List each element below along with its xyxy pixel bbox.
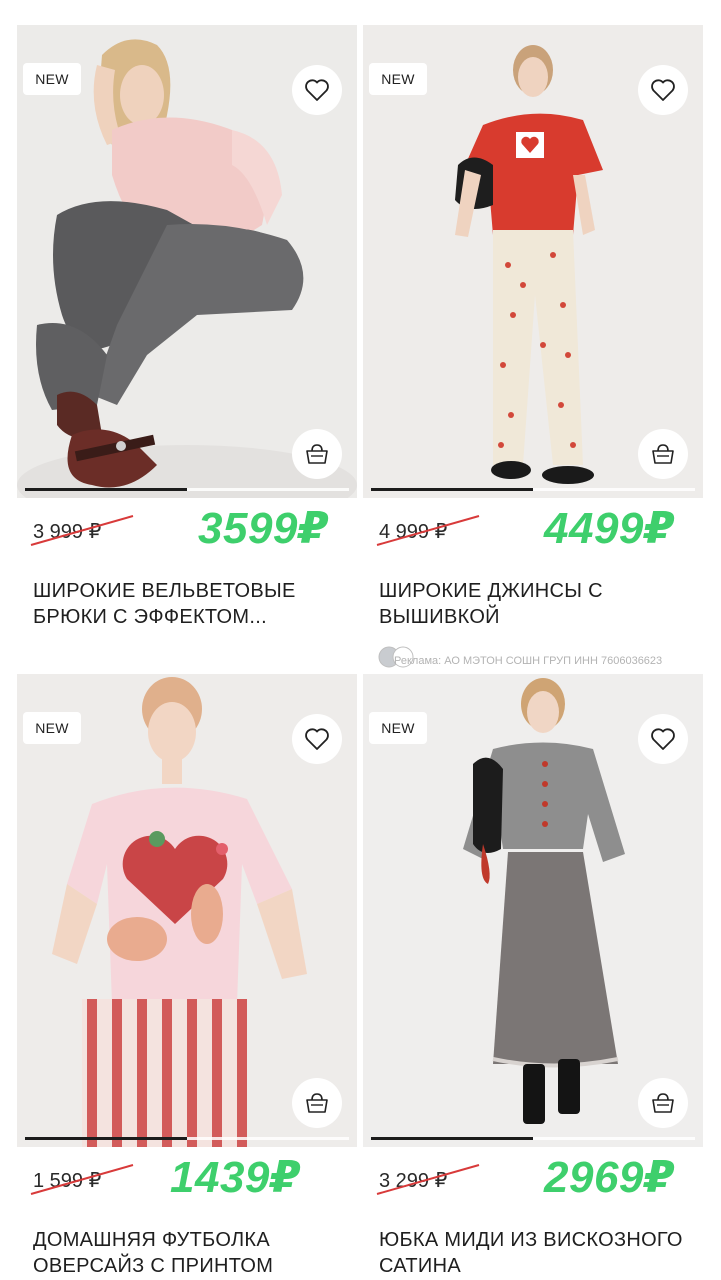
product-image[interactable]: NEW <box>17 25 357 498</box>
image-carousel-progress <box>371 488 533 491</box>
new-badge: NEW <box>23 63 81 95</box>
favorite-button[interactable] <box>638 714 688 764</box>
basket-icon <box>652 444 674 464</box>
image-carousel-progress <box>371 1137 533 1140</box>
strike-line <box>376 515 480 546</box>
image-carousel-progress <box>25 488 187 491</box>
strike-line <box>30 1164 134 1195</box>
ad-disclaimer: Реклама: АО МЭТОН СОШН ГРУП ИНН 76060366… <box>394 655 663 667</box>
image-carousel-indicator <box>371 1137 695 1140</box>
image-carousel-indicator <box>371 488 695 491</box>
strike-line <box>376 1164 480 1195</box>
add-to-cart-button[interactable] <box>638 429 688 479</box>
add-to-cart-button[interactable] <box>292 429 342 479</box>
heart-icon <box>651 79 675 101</box>
product-title[interactable]: ШИРОКИЕ ДЖИНСЫ С ВЫШИВКОЙ <box>379 578 694 630</box>
new-badge: NEW <box>369 63 427 95</box>
product-image[interactable]: NEW <box>17 674 357 1147</box>
add-to-cart-button[interactable] <box>292 1078 342 1128</box>
add-to-cart-button[interactable] <box>638 1078 688 1128</box>
new-badge: NEW <box>23 712 81 744</box>
heart-icon <box>305 79 329 101</box>
product-image[interactable]: NEW <box>363 674 703 1147</box>
heart-icon <box>305 728 329 750</box>
sale-price: 4499₽ <box>544 504 675 553</box>
price-row: 4 999 ₽ 4499₽ <box>363 503 703 561</box>
product-title[interactable]: ДОМАШНЯЯ ФУТБОЛКА ОВЕРСАЙЗ С ПРИНТОМ <box>33 1227 348 1279</box>
favorite-button[interactable] <box>292 65 342 115</box>
sale-price: 3599₽ <box>198 504 329 553</box>
price-row: 3 999 ₽ 3599₽ <box>17 503 357 561</box>
basket-icon <box>306 444 328 464</box>
basket-icon <box>652 1093 674 1113</box>
heart-icon <box>651 728 675 750</box>
image-carousel-indicator <box>25 1137 349 1140</box>
product-title[interactable]: ШИРОКИЕ ВЕЛЬВЕТОВЫЕ БРЮКИ С ЭФФЕКТОМ... <box>33 578 348 630</box>
product-title[interactable]: ЮБКА МИДИ ИЗ ВИСКОЗНОГО САТИНА <box>379 1227 694 1279</box>
strike-line <box>30 515 134 546</box>
sale-price: 1439₽ <box>170 1153 301 1202</box>
favorite-button[interactable] <box>638 65 688 115</box>
basket-icon <box>306 1093 328 1113</box>
price-row: 1 599 ₽ 1439₽ <box>17 1152 357 1210</box>
image-carousel-indicator <box>25 488 349 491</box>
sale-price: 2969₽ <box>544 1153 675 1202</box>
new-badge: NEW <box>369 712 427 744</box>
image-carousel-progress <box>25 1137 187 1140</box>
product-image[interactable]: NEW <box>363 25 703 498</box>
price-row: 3 299 ₽ 2969₽ <box>363 1152 703 1210</box>
favorite-button[interactable] <box>292 714 342 764</box>
